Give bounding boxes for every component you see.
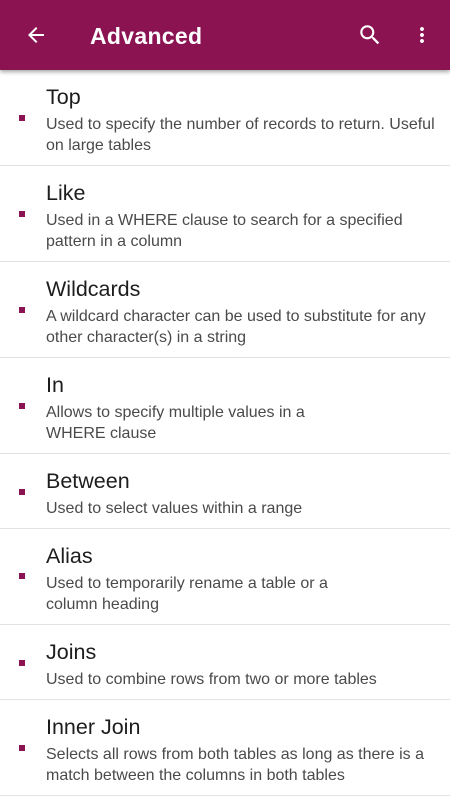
item-title: Like (46, 181, 86, 205)
list-item[interactable]: Like Used in a WHERE clause to search fo… (0, 166, 450, 262)
item-description: Used to temporarily rename a table or a … (46, 575, 328, 613)
search-icon (360, 25, 380, 45)
list-item[interactable]: Wildcards A wildcard character can be us… (0, 262, 450, 358)
overflow-menu-button[interactable] (406, 17, 438, 53)
bullet-icon (19, 115, 25, 121)
item-description: Used to specify the number of records to… (46, 116, 435, 154)
list-item[interactable]: In Allows to specify multiple values in … (0, 358, 450, 454)
bullet-icon (19, 745, 25, 751)
item-title: Alias (46, 544, 93, 568)
bullet-icon (19, 489, 25, 495)
bullet-icon (19, 307, 25, 313)
item-title: Between (46, 469, 130, 493)
item-title: Top (46, 85, 81, 109)
search-button[interactable] (352, 17, 388, 53)
arrow-back-icon (28, 27, 44, 43)
item-title: Wildcards (46, 277, 141, 301)
bullet-icon (19, 573, 25, 579)
item-description: Selects all rows from both tables as lon… (46, 746, 424, 784)
bullet-icon (19, 211, 25, 217)
item-description: A wildcard character can be used to subs… (46, 308, 426, 346)
item-description: Allows to specify multiple values in a W… (46, 404, 305, 442)
page-title: Advanced (90, 23, 203, 49)
list-item[interactable]: Inner Join Selects all rows from both ta… (0, 700, 450, 796)
item-title: Joins (46, 640, 97, 664)
item-description: Used to select values within a range (46, 500, 303, 517)
item-title: Inner Join (46, 715, 141, 739)
bullet-icon (19, 403, 25, 409)
list-item[interactable]: Joins Used to combine rows from two or m… (0, 625, 450, 700)
back-button[interactable] (18, 17, 54, 53)
list-item[interactable]: Top Used to specify the number of record… (0, 70, 450, 166)
item-description: Used in a WHERE clause to search for a s… (46, 212, 403, 250)
item-description: Used to combine rows from two or more ta… (46, 671, 377, 688)
bullet-icon (19, 660, 25, 666)
more-vert-icon (420, 27, 424, 43)
item-title: In (46, 373, 64, 397)
list-item[interactable]: Alias Used to temporarily rename a table… (0, 529, 450, 625)
list-item[interactable]: Between Used to select values within a r… (0, 454, 450, 529)
app-bar: Advanced (0, 0, 450, 70)
